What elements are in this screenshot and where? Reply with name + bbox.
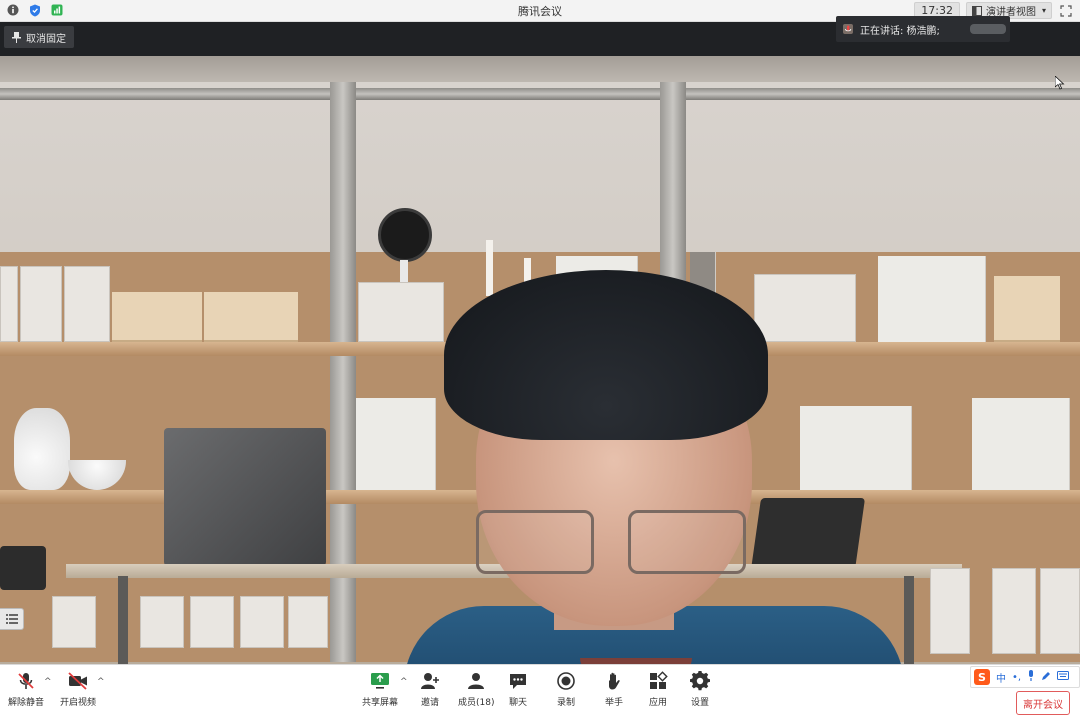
invite-icon [421,673,439,689]
members-button[interactable]: 成员(18) [458,671,494,708]
blurred-avatar [969,24,1006,34]
hand-icon [609,672,620,690]
speaking-label: 正在讲话: 杨浩鹏; [860,25,940,37]
chat-button[interactable]: 聊天 [508,671,528,708]
ime-toolbar[interactable]: S 中 •, [970,666,1080,688]
video-options-chevron-icon[interactable]: ^ [97,677,105,687]
participant-video [404,270,904,664]
voice-input-icon[interactable] [1027,670,1035,684]
apps-button[interactable]: 应用 [648,671,668,708]
punctuation-icon[interactable]: •, [1012,672,1021,683]
meeting-toolbar: 解除静音 ^ 开启视频 ^ 共享屏幕 ^ 邀请 成员(18) 聊天 录制 举手 … [0,664,1080,720]
raise-hand-label: 举手 [604,698,623,708]
side-list-toggle[interactable] [0,608,24,630]
audio-options-chevron-icon[interactable]: ^ [44,677,52,687]
handwriting-icon[interactable] [1041,671,1051,684]
pin-icon [12,31,21,43]
record-button[interactable]: 录制 [556,671,576,708]
unpin-label: 取消固定 [26,33,66,45]
record-icon [557,672,575,690]
video-stage[interactable] [0,56,1080,664]
share-screen-label: 共享屏幕 [362,698,399,708]
camera-off-icon [68,672,87,690]
unmute-button[interactable]: 解除静音 [8,671,44,708]
gear-icon [690,671,710,691]
raise-hand-button[interactable]: 举手 [604,671,624,708]
ime-language[interactable]: 中 [996,670,1006,685]
list-icon [5,614,18,624]
start-video-button[interactable]: 开启视频 [60,671,96,708]
keyboard-icon[interactable] [1057,671,1070,683]
settings-button[interactable]: 设置 [690,671,710,708]
start-video-label: 开启视频 [60,698,97,708]
speaking-indicator: 正在讲话: 杨浩鹏; [836,16,1010,42]
unmute-label: 解除静音 [8,698,45,708]
share-options-chevron-icon[interactable]: ^ [400,677,408,687]
chat-label: 聊天 [508,698,527,708]
record-label: 录制 [556,698,575,708]
settings-label: 设置 [690,698,709,708]
sogou-logo-icon: S [974,669,990,685]
fullscreen-icon[interactable] [1058,3,1074,19]
mouse-cursor-icon [1054,75,1065,93]
chat-icon [510,674,526,689]
members-label: 成员(18) [458,698,495,708]
mic-muted-icon [18,673,34,689]
invite-label: 邀请 [420,698,439,708]
unpin-button[interactable]: 取消固定 [4,26,74,48]
leave-meeting-button[interactable]: 离开会议 [1016,691,1070,715]
apps-label: 应用 [648,698,667,708]
invite-button[interactable]: 邀请 [420,671,440,708]
speaker-mic-icon [843,24,853,34]
layout-icon [971,5,982,16]
share-screen-icon [371,673,389,689]
share-screen-button[interactable]: 共享屏幕 [362,671,398,708]
members-icon [468,673,485,689]
apps-icon [650,671,668,689]
chevron-down-icon: ▾ [1041,6,1046,15]
